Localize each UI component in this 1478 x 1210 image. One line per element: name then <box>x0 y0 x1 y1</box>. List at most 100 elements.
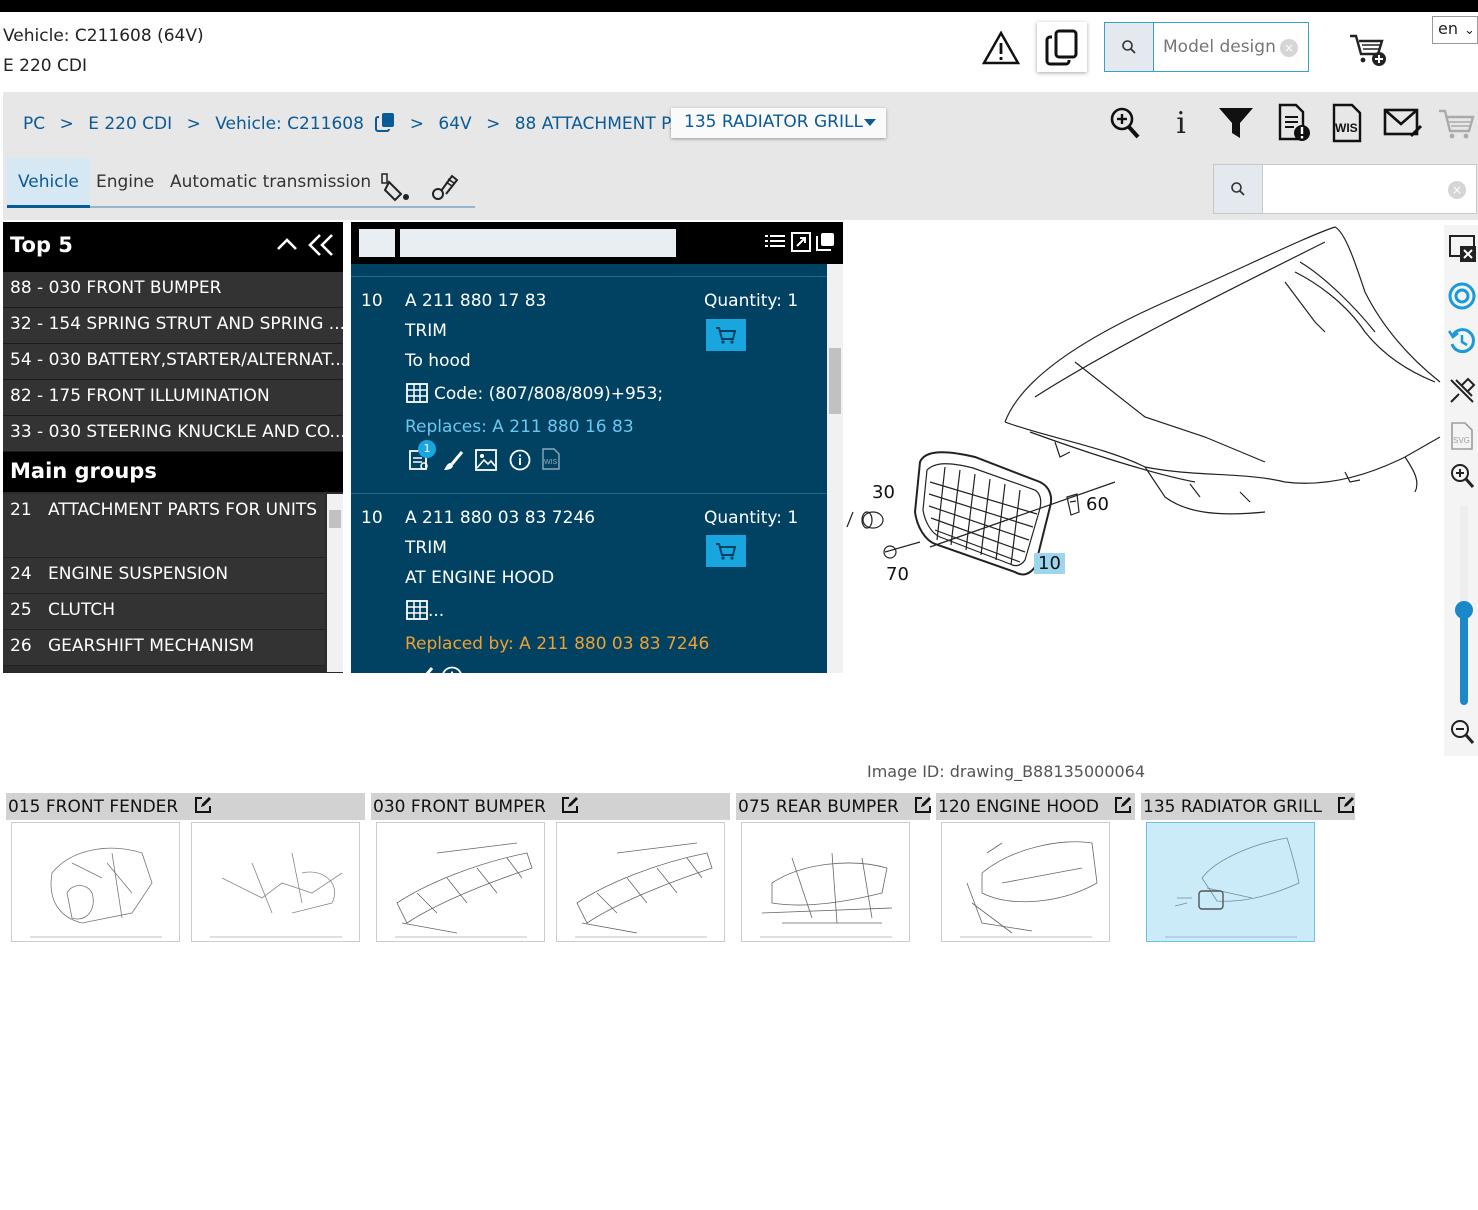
info-icon[interactable]: i <box>1161 102 1201 144</box>
breadcrumb-separator: > <box>59 114 74 134</box>
paint-brush-icon[interactable] <box>412 666 434 673</box>
zoom-in-icon[interactable] <box>1105 102 1145 144</box>
zoom-out-icon[interactable] <box>1446 716 1478 748</box>
drawing-thumbnail[interactable] <box>191 822 360 942</box>
wis-icon[interactable]: WIS <box>1327 102 1367 144</box>
zoom-in-icon[interactable] <box>1446 460 1478 492</box>
category-header[interactable]: 075 REAR BUMPER <box>736 793 932 820</box>
tab-engine[interactable]: Engine <box>96 158 154 208</box>
tab-automatic-transmission[interactable]: Automatic transmission <box>170 158 371 208</box>
collapse-panel-icon[interactable] <box>307 233 335 262</box>
drawing-thumbnail[interactable] <box>11 822 180 942</box>
top5-item[interactable]: 33 - 030 STEERING KNUCKLE AND CO... <box>3 416 343 452</box>
part-replaced-by[interactable]: Replaced by: A 211 880 03 83 7246 <box>405 634 709 654</box>
callout-30[interactable]: 30 <box>872 482 895 503</box>
svg-text:WIS: WIS <box>544 459 558 466</box>
part-name: TRIM <box>405 321 447 341</box>
part-row[interactable]: 10 A 211 880 03 83 7246 Quantity: 1 TRIM… <box>351 493 827 673</box>
drawing-thumbnail-selected[interactable] <box>1146 822 1315 942</box>
unpin-icon[interactable] <box>1446 375 1478 407</box>
zoom-slider-handle[interactable] <box>1455 601 1473 619</box>
exploded-drawing[interactable]: 30 60 70 10 <box>845 222 1443 682</box>
top5-item[interactable]: 88 - 030 FRONT BUMPER <box>3 272 343 308</box>
drawing-thumbnail[interactable] <box>941 822 1110 942</box>
drawing-thumbnail[interactable] <box>556 822 725 942</box>
copy-icon[interactable] <box>375 112 395 137</box>
breadcrumb-item-model[interactable]: E 220 CDI <box>88 114 172 134</box>
svg-export-icon[interactable]: SVG <box>1446 420 1478 452</box>
breadcrumb-item-vehicle[interactable]: Vehicle: C211608 <box>215 114 364 134</box>
search-icon[interactable] <box>1214 165 1263 213</box>
parts-list-scrollbar[interactable] <box>827 264 843 673</box>
scrollbar-thumb[interactable] <box>829 348 841 414</box>
main-group-item[interactable]: 21 ATTACHMENT PARTS FOR UNITS <box>3 494 325 558</box>
history-icon[interactable] <box>1446 325 1478 357</box>
language-select[interactable]: en ⌄ <box>1432 16 1478 44</box>
drawing-thumbnail[interactable] <box>741 822 910 942</box>
edit-icon[interactable] <box>1114 797 1132 819</box>
breadcrumb-item-pc[interactable]: PC <box>23 114 45 134</box>
vehicle-title: Vehicle: C211608 (64V) <box>3 26 204 46</box>
top5-item[interactable]: 82 - 175 FRONT ILLUMINATION <box>3 380 343 416</box>
add-to-cart-button[interactable] <box>706 319 746 351</box>
filter-icon[interactable] <box>1216 102 1256 144</box>
edit-icon[interactable] <box>194 797 212 819</box>
position-filter-input[interactable] <box>359 229 395 257</box>
scrollbar-thumb[interactable] <box>329 510 341 528</box>
popout-icon[interactable] <box>815 232 835 256</box>
edit-icon[interactable] <box>561 797 579 819</box>
category-header[interactable]: 135 RADIATOR GRILL <box>1141 793 1355 820</box>
part-number[interactable]: A 211 880 03 83 7246 <box>405 508 595 528</box>
clear-icon[interactable]: × <box>1448 181 1466 199</box>
tab-vehicle[interactable]: Vehicle <box>7 158 90 208</box>
warning-icon[interactable] <box>981 30 1021 66</box>
cart-icon[interactable] <box>1436 102 1476 144</box>
document-alert-icon[interactable] <box>1274 102 1314 144</box>
cart-add-icon[interactable] <box>1348 32 1392 68</box>
main-group-item[interactable]: 24 ENGINE SUSPENSION <box>3 558 325 594</box>
copy-button[interactable] <box>1037 22 1087 72</box>
main-group-number: 26 <box>10 636 32 656</box>
info-circle-icon[interactable] <box>509 449 531 476</box>
part-replaces[interactable]: Replaces: A 211 880 16 83 <box>405 417 634 437</box>
paint-icon[interactable] <box>379 158 411 208</box>
edit-icon[interactable] <box>1337 797 1355 819</box>
model-search[interactable]: × <box>1104 22 1309 72</box>
parts-filter-input[interactable] <box>400 229 676 257</box>
callout-10[interactable]: 10 <box>1034 553 1065 574</box>
main-group-number: 24 <box>10 564 32 584</box>
list-view-icon[interactable] <box>765 233 785 255</box>
category-header[interactable]: 030 FRONT BUMPER <box>371 793 730 820</box>
email-icon[interactable] <box>1382 102 1424 144</box>
part-row[interactable]: 10 A 211 880 17 83 Quantity: 1 TRIM To h… <box>351 276 827 492</box>
callout-60[interactable]: 60 <box>1086 494 1109 515</box>
category-header[interactable]: 120 ENGINE HOOD <box>936 793 1135 820</box>
target-icon[interactable] <box>1446 280 1478 312</box>
main-group-item[interactable]: 26 GEARSHIFT MECHANISM <box>3 630 325 666</box>
info-circle-icon[interactable] <box>441 666 463 673</box>
expand-icon[interactable] <box>791 232 811 256</box>
close-drawing-icon[interactable] <box>1446 232 1478 264</box>
collapse-up-icon[interactable] <box>275 234 299 259</box>
breadcrumb-item-engine[interactable]: 64V <box>438 114 471 134</box>
wis-icon[interactable]: WIS <box>542 448 560 475</box>
paint-brush-icon[interactable] <box>442 450 464 477</box>
top5-item[interactable]: 32 - 154 SPRING STRUT AND SPRING ... <box>3 308 343 344</box>
part-number[interactable]: A 211 880 17 83 <box>405 291 546 311</box>
top5-item[interactable]: 54 - 030 BATTERY,STARTER/ALTERNAT... <box>3 344 343 380</box>
category-header[interactable]: 015 FRONT FENDER <box>6 793 365 820</box>
drawing-thumbnail[interactable] <box>376 822 545 942</box>
add-to-cart-button[interactable] <box>706 535 746 567</box>
callout-70[interactable]: 70 <box>886 564 909 585</box>
search-icon[interactable] <box>1105 23 1154 71</box>
image-icon[interactable] <box>475 449 497 476</box>
edit-icon[interactable] <box>914 797 932 819</box>
clear-icon[interactable]: × <box>1280 39 1298 57</box>
part-search[interactable]: × <box>1213 164 1477 214</box>
subgroup-dropdown[interactable]: 135 RADIATOR GRILL <box>671 108 886 138</box>
breadcrumb-separator: > <box>486 114 501 134</box>
main-groups-scrollbar[interactable] <box>327 494 343 672</box>
model-search-input[interactable] <box>1163 33 1285 61</box>
main-group-item[interactable]: 25 CLUTCH <box>3 594 325 630</box>
tools-icon[interactable] <box>430 158 460 208</box>
